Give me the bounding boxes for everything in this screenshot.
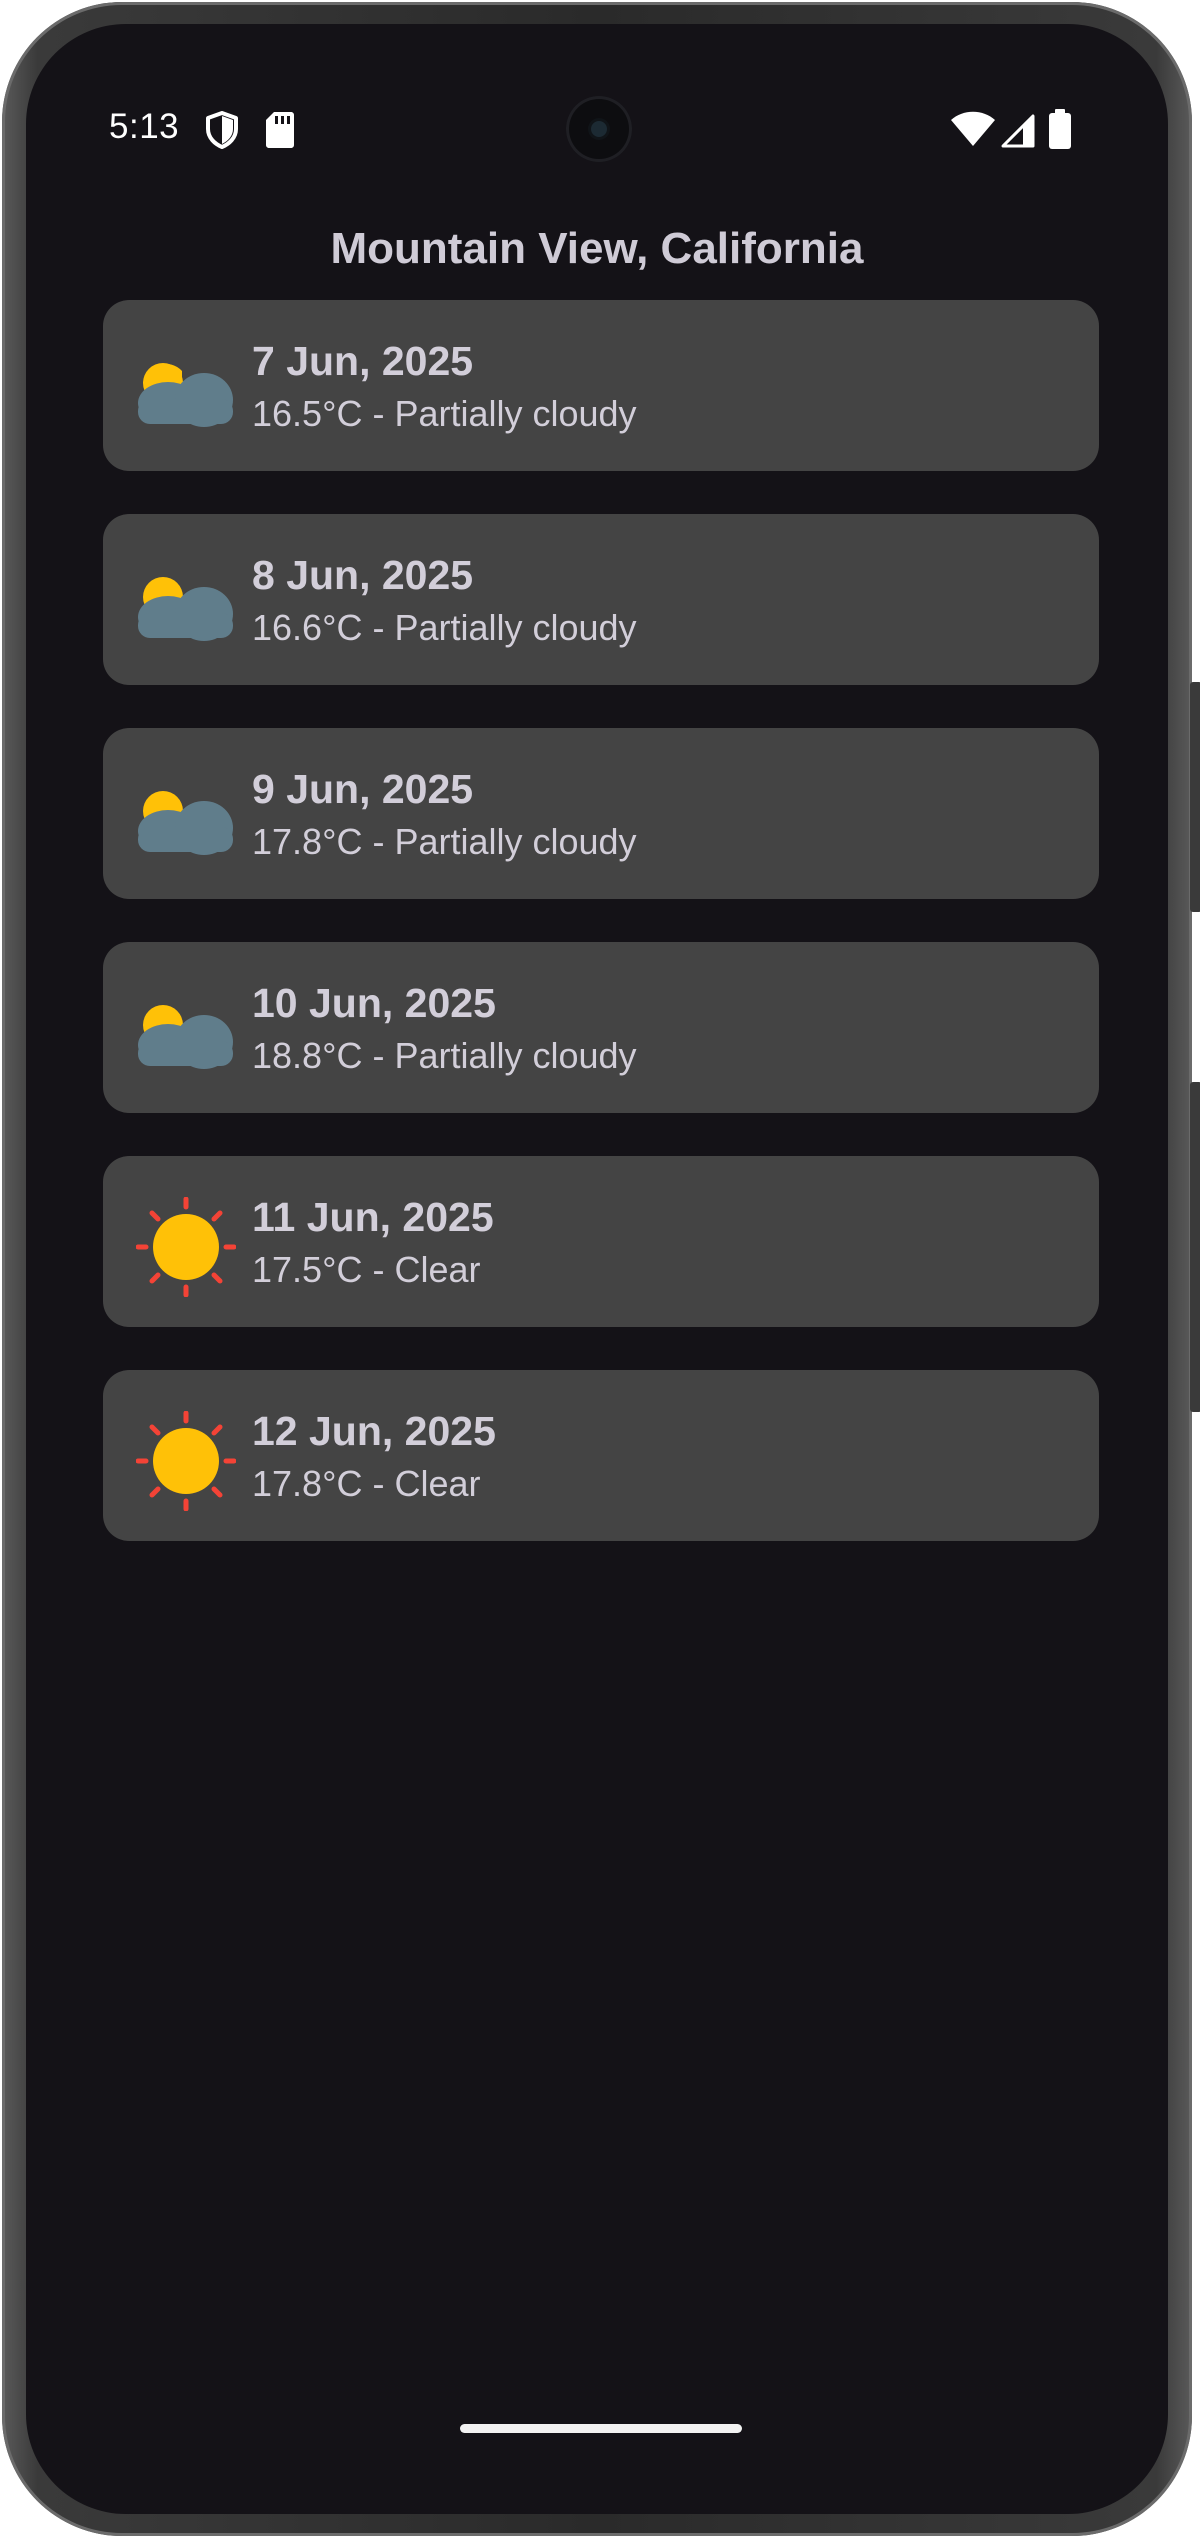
status-time: 5:13 (109, 107, 180, 146)
forecast-card[interactable]: 11 Jun, 2025 17.5°C - Clear (103, 1156, 1099, 1327)
forecast-card[interactable]: 9 Jun, 2025 17.8°C - Partially cloudy (103, 728, 1099, 899)
power-button (1190, 1082, 1200, 1412)
partly-cloudy-icon (138, 577, 233, 641)
forecast-summary: 16.5°C - Partially cloudy (252, 393, 637, 434)
forecast-summary: 16.6°C - Partially cloudy (252, 607, 637, 648)
volume-button (1190, 682, 1200, 912)
partly-cloudy-icon (138, 791, 233, 855)
sun-icon (136, 1197, 236, 1297)
forecast-card[interactable]: 10 Jun, 2025 18.8°C - Partially cloudy (103, 942, 1099, 1113)
battery-icon (1049, 109, 1071, 149)
forecast-summary: 17.8°C - Partially cloudy (252, 821, 637, 862)
forecast-date: 8 Jun, 2025 (252, 552, 474, 598)
wifi-icon (951, 111, 995, 146)
forecast-date: 12 Jun, 2025 (252, 1408, 496, 1454)
forecast-summary: 18.8°C - Partially cloudy (252, 1035, 637, 1076)
forecast-summary: 17.8°C - Clear (252, 1463, 481, 1504)
home-indicator[interactable] (460, 2424, 742, 2433)
sun-icon (136, 1411, 236, 1511)
shield-icon (206, 111, 238, 149)
front-camera (566, 96, 632, 162)
cellular-signal-icon (1001, 114, 1035, 148)
forecast-date: 11 Jun, 2025 (252, 1194, 494, 1240)
forecast-date: 7 Jun, 2025 (252, 338, 474, 384)
sd-card-icon (266, 112, 294, 148)
partly-cloudy-icon (138, 363, 233, 427)
forecast-date: 10 Jun, 2025 (252, 980, 496, 1026)
page-title: Mountain View, California (330, 224, 864, 273)
forecast-card[interactable]: 8 Jun, 2025 16.6°C - Partially cloudy (103, 514, 1099, 685)
phone-frame: 5:13 Mountain View, California 7 Jun, 20… (2, 2, 1200, 2536)
partly-cloudy-icon (138, 1005, 233, 1069)
status-bar: 5:13 (26, 24, 1168, 224)
forecast-card[interactable]: 12 Jun, 2025 17.8°C - Clear (103, 1370, 1099, 1541)
forecast-date: 9 Jun, 2025 (252, 766, 474, 812)
forecast-list: 7 Jun, 2025 16.5°C - Partially cloudy 8 … (103, 300, 1099, 1584)
forecast-summary: 17.5°C - Clear (252, 1249, 481, 1290)
app-screen: 5:13 Mountain View, California 7 Jun, 20… (26, 24, 1168, 2514)
forecast-card[interactable]: 7 Jun, 2025 16.5°C - Partially cloudy (103, 300, 1099, 471)
